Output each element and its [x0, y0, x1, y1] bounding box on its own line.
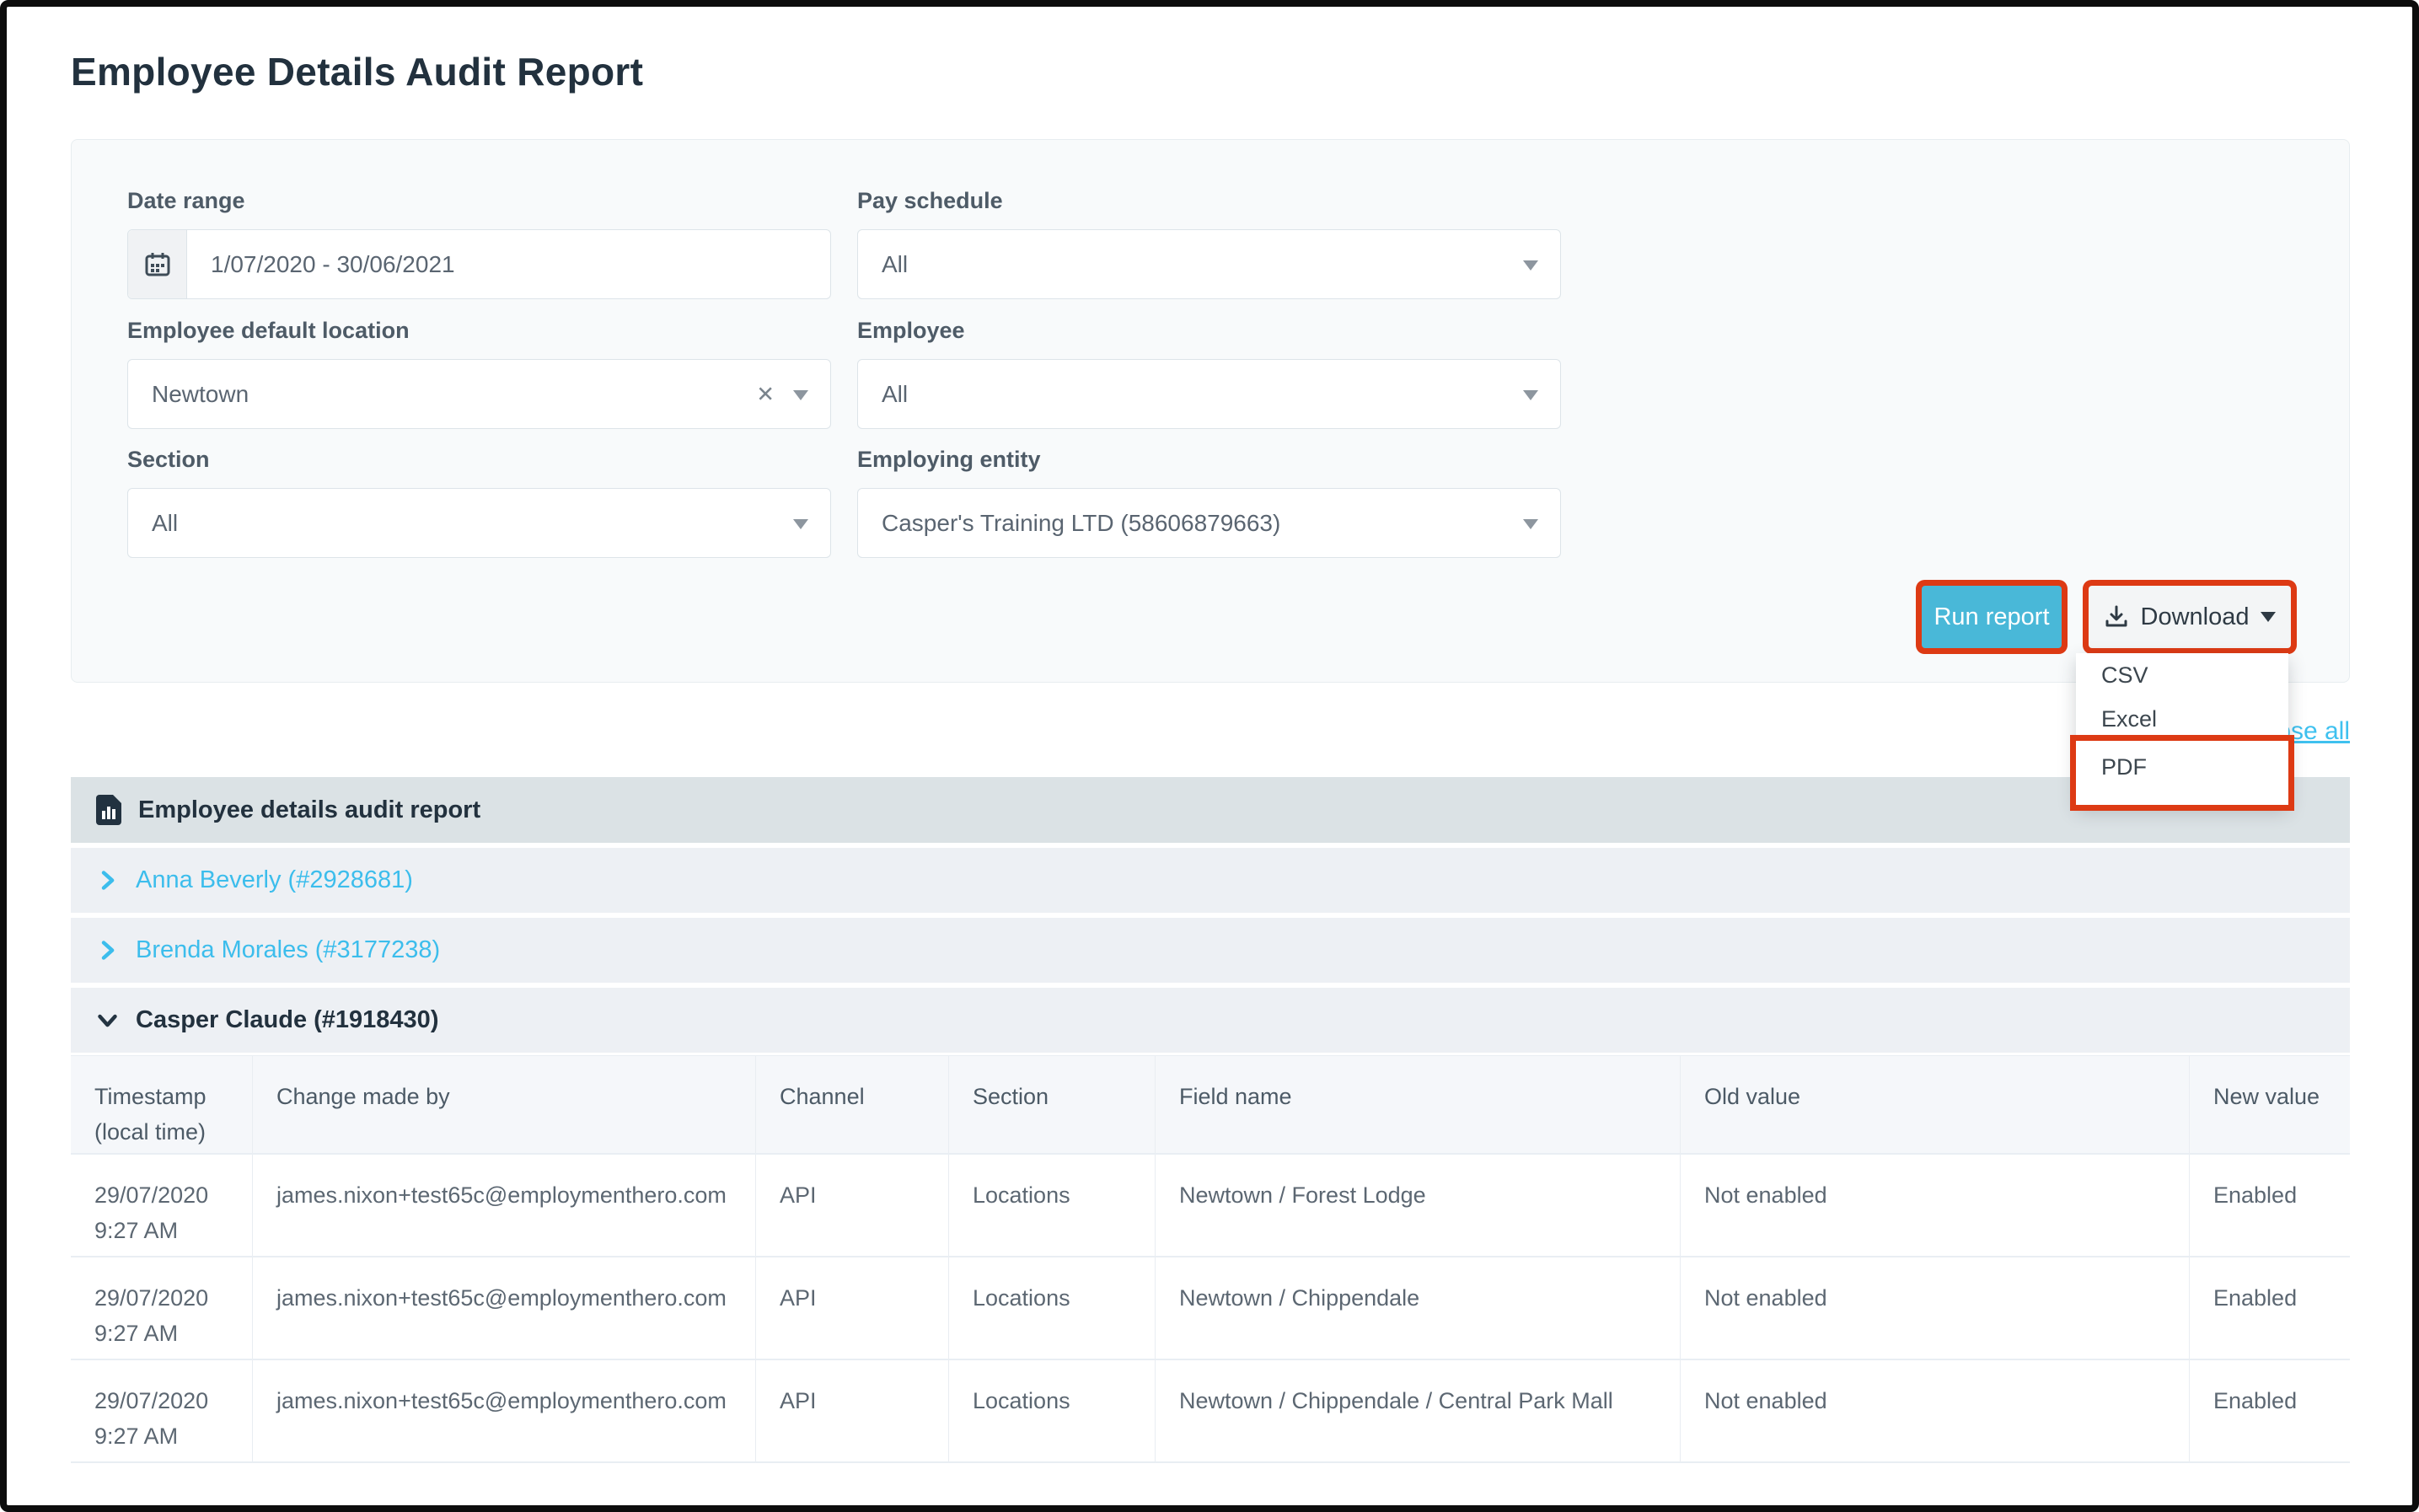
cell-new-value: Enabled — [2190, 1360, 2350, 1461]
download-menu-item-csv[interactable]: CSV — [2076, 653, 2288, 697]
cell-channel: API — [756, 1257, 949, 1359]
page-title: Employee Details Audit Report — [71, 49, 643, 94]
cell-date: 29/07/2020 — [94, 1384, 232, 1419]
cell-section: Locations — [949, 1257, 1156, 1359]
default-location-value: Newtown — [128, 381, 249, 408]
audit-report-page: Employee Details Audit Report Date range… — [0, 0, 2419, 1512]
caret-down-icon — [2261, 612, 2276, 622]
employee-value: All — [858, 381, 908, 408]
group-row-brenda-morales[interactable]: Brenda Morales (#3177238) — [71, 918, 2350, 983]
cell-changed-by: james.nixon+test65c@employmenthero.com — [253, 1257, 756, 1359]
employee-label: Employee — [857, 318, 965, 344]
group-label[interactable]: Brenda Morales (#3177238) — [136, 936, 440, 964]
col-header-changed-by: Change made by — [253, 1056, 756, 1153]
dropdown-caret-icon — [1523, 519, 1538, 529]
group-label[interactable]: Casper Claude (#1918430) — [136, 1006, 438, 1034]
col-header-section: Section — [949, 1056, 1156, 1153]
cell-field-name: Newtown / Chippendale — [1156, 1257, 1681, 1359]
col-header-channel: Channel — [756, 1056, 949, 1153]
cell-time: 9:27 AM — [94, 1214, 232, 1249]
date-range-label: Date range — [127, 188, 245, 214]
employing-entity-select[interactable]: Casper's Training LTD (58606879663) — [857, 488, 1561, 558]
audit-table: Timestamp (local time) Change made by Ch… — [71, 1055, 2350, 1463]
table-header-row: Timestamp (local time) Change made by Ch… — [71, 1055, 2350, 1155]
employing-entity-value: Casper's Training LTD (58606879663) — [858, 510, 1280, 537]
download-menu-item-excel[interactable]: Excel — [2076, 697, 2288, 741]
chevron-down-icon[interactable] — [96, 1009, 119, 1032]
cell-changed-by: james.nixon+test65c@employmenthero.com — [253, 1360, 756, 1461]
col-header-new-value: New value — [2190, 1056, 2350, 1153]
section-select[interactable]: All — [127, 488, 831, 558]
cell-old-value: Not enabled — [1681, 1257, 2190, 1359]
cell-date: 29/07/2020 — [94, 1178, 232, 1214]
dropdown-caret-icon — [793, 390, 808, 400]
group-row-anna-beverly[interactable]: Anna Beverly (#2928681) — [71, 848, 2350, 913]
employee-select[interactable]: All — [857, 359, 1561, 429]
cell-time: 9:27 AM — [94, 1316, 232, 1352]
table-row: 29/07/2020 9:27 AM james.nixon+test65c@e… — [71, 1155, 2350, 1257]
calendar-icon — [128, 230, 187, 298]
cell-time: 9:27 AM — [94, 1419, 232, 1455]
section-value: All — [128, 510, 178, 537]
cell-field-name: Newtown / Forest Lodge — [1156, 1155, 1681, 1256]
report-title: Employee details audit report — [138, 796, 480, 824]
cell-timestamp: 29/07/2020 9:27 AM — [71, 1360, 253, 1461]
table-row: 29/07/2020 9:27 AM james.nixon+test65c@e… — [71, 1257, 2350, 1360]
cell-new-value: Enabled — [2190, 1257, 2350, 1359]
group-row-casper-claude[interactable]: Casper Claude (#1918430) — [71, 988, 2350, 1053]
cell-channel: API — [756, 1155, 949, 1256]
chevron-right-icon[interactable] — [96, 869, 119, 892]
table-row: 29/07/2020 9:27 AM james.nixon+test65c@e… — [71, 1360, 2350, 1463]
dropdown-caret-icon — [1523, 390, 1538, 400]
col-header-old-value: Old value — [1681, 1056, 2190, 1153]
chevron-right-icon[interactable] — [96, 939, 119, 962]
pay-schedule-value: All — [858, 251, 908, 278]
cell-date: 29/07/2020 — [94, 1281, 232, 1316]
dropdown-caret-icon — [793, 519, 808, 529]
download-button-label: Download — [2141, 603, 2250, 631]
cell-timestamp: 29/07/2020 9:27 AM — [71, 1155, 253, 1256]
group-label[interactable]: Anna Beverly (#2928681) — [136, 866, 413, 894]
default-location-label: Employee default location — [127, 318, 410, 344]
cell-field-name: Newtown / Chippendale / Central Park Mal… — [1156, 1360, 1681, 1461]
dropdown-caret-icon — [1523, 260, 1538, 271]
report-header-bar: Employee details audit report — [71, 777, 2350, 843]
download-icon — [2104, 604, 2129, 630]
cell-old-value: Not enabled — [1681, 1155, 2190, 1256]
cell-new-value: Enabled — [2190, 1155, 2350, 1256]
cell-channel: API — [756, 1360, 949, 1461]
date-range-value: 1/07/2020 - 30/06/2021 — [187, 251, 455, 278]
clear-icon[interactable]: ✕ — [756, 381, 775, 407]
report-icon — [96, 795, 121, 825]
download-button[interactable]: Download — [2089, 586, 2291, 648]
section-label: Section — [127, 447, 210, 473]
default-location-select[interactable]: Newtown ✕ — [127, 359, 831, 429]
employing-entity-label: Employing entity — [857, 447, 1041, 473]
cell-timestamp: 29/07/2020 9:27 AM — [71, 1257, 253, 1359]
run-report-button[interactable]: Run report — [1922, 586, 2062, 648]
col-header-field-name: Field name — [1156, 1056, 1681, 1153]
cell-old-value: Not enabled — [1681, 1360, 2190, 1461]
cell-changed-by: james.nixon+test65c@employmenthero.com — [253, 1155, 756, 1256]
col-header-timestamp: Timestamp (local time) — [71, 1056, 253, 1153]
cell-section: Locations — [949, 1360, 1156, 1461]
date-range-input[interactable]: 1/07/2020 - 30/06/2021 — [127, 229, 831, 299]
pay-schedule-select[interactable]: All — [857, 229, 1561, 299]
download-menu-item-pdf[interactable]: PDF — [2076, 741, 2288, 805]
download-menu: CSV Excel PDF — [2076, 653, 2288, 805]
cell-section: Locations — [949, 1155, 1156, 1256]
pay-schedule-label: Pay schedule — [857, 188, 1003, 214]
